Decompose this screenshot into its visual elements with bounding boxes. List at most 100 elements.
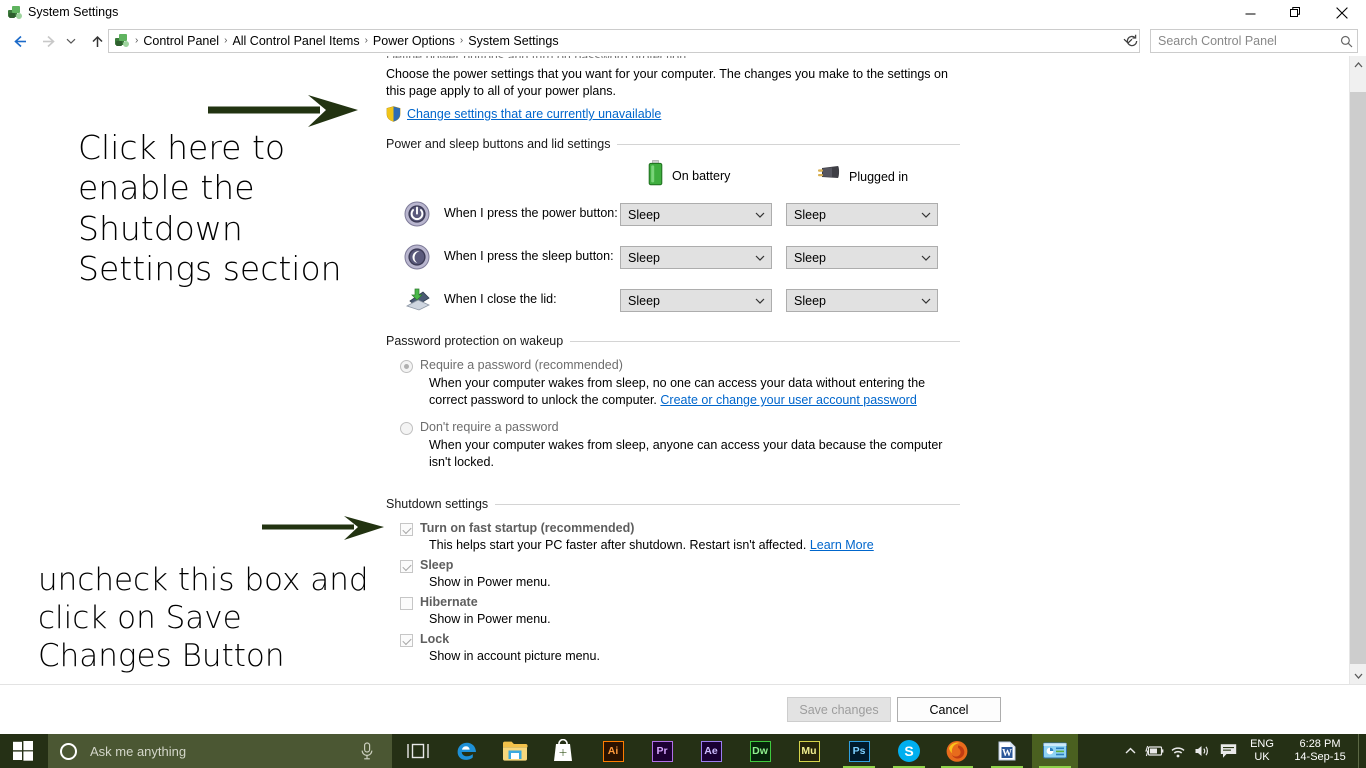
clock-date: 14-Sep-15 <box>1294 751 1346 763</box>
setting-row-close-lid-label: When I close the lid: <box>444 292 557 306</box>
chevron-down-icon[interactable] <box>749 211 771 219</box>
minimize-button[interactable] <box>1227 0 1273 26</box>
taskbar-app-word[interactable]: W <box>984 734 1030 768</box>
wifi-icon[interactable] <box>1166 734 1190 768</box>
show-hidden-icons-button[interactable] <box>1118 734 1142 768</box>
checkbox-lock-label: Lock <box>420 632 450 646</box>
checkbox-sleep-label: Sleep <box>420 558 454 572</box>
chevron-down-icon[interactable] <box>915 211 937 219</box>
checkbox-sleep-description: Show in Power menu. <box>429 575 551 589</box>
taskbar-app-edge[interactable] <box>444 734 490 768</box>
search-control-panel-box[interactable]: Search Control Panel <box>1150 29 1358 53</box>
premiere-icon: Pr <box>651 740 673 762</box>
learn-more-link[interactable]: Learn More <box>810 538 874 552</box>
radio-no-password-input[interactable] <box>400 422 413 435</box>
taskbar-app-store[interactable] <box>540 734 586 768</box>
checkbox-lock-input[interactable] <box>400 634 413 647</box>
power-button-icon <box>404 201 430 227</box>
chevron-down-icon[interactable] <box>749 254 771 262</box>
address-bar: › Control Panel › All Control Panel Item… <box>0 26 1366 56</box>
checkbox-hibernate-input[interactable] <box>400 597 413 610</box>
show-desktop-button[interactable] <box>1358 734 1366 768</box>
checkbox-fast-startup-label: Turn on fast startup (recommended) <box>420 521 635 535</box>
power-button-on-battery-select[interactable]: Sleep <box>620 203 772 226</box>
close-lid-plugged-in-select[interactable]: Sleep <box>786 289 938 312</box>
taskbar-app-illustrator[interactable]: Ai <box>590 734 636 768</box>
breadcrumb-item-system-settings[interactable]: System Settings <box>464 32 562 50</box>
breadcrumb-bar[interactable]: › Control Panel › All Control Panel Item… <box>108 29 1140 53</box>
cancel-button[interactable]: Cancel <box>897 697 1001 722</box>
scrollbar-thumb[interactable] <box>1350 92 1366 664</box>
annotation-arrow-1 <box>208 95 358 132</box>
radio-require-password-description: When your computer wakes from sleep, no … <box>429 375 959 409</box>
radio-require-password-input[interactable] <box>400 360 413 373</box>
breadcrumb-item-control-panel[interactable]: Control Panel <box>139 32 223 50</box>
taskbar-app-firefox[interactable] <box>934 734 980 768</box>
action-center-icon[interactable] <box>1214 734 1242 768</box>
cortana-circle-icon <box>60 742 77 760</box>
search-icon[interactable] <box>1335 35 1357 48</box>
close-lid-plugged-in-value: Sleep <box>794 293 826 308</box>
photoshop-icon: Ps <box>848 740 870 762</box>
taskbar-app-premiere[interactable]: Pr <box>639 734 685 768</box>
chevron-down-icon[interactable] <box>915 297 937 305</box>
sleep-button-plugged-in-select[interactable]: Sleep <box>786 246 938 269</box>
chevron-down-icon[interactable] <box>915 254 937 262</box>
svg-text:S: S <box>904 743 913 759</box>
taskbar-app-skype[interactable]: S <box>886 734 932 768</box>
scroll-down-icon[interactable] <box>1350 667 1366 684</box>
sleep-button-on-battery-select[interactable]: Sleep <box>620 246 772 269</box>
laptop-lid-icon <box>404 287 430 313</box>
taskbar-app-control-panel[interactable] <box>1032 734 1078 768</box>
window-title: System Settings <box>28 5 119 19</box>
power-button-plugged-in-select[interactable]: Sleep <box>786 203 938 226</box>
up-button[interactable] <box>85 29 109 53</box>
cortana-search-input[interactable]: Ask me anything <box>90 744 360 759</box>
close-lid-on-battery-value: Sleep <box>628 293 660 308</box>
battery-icon[interactable] <box>1142 734 1166 768</box>
checkbox-hibernate-label: Hibernate <box>420 595 478 609</box>
checkbox-fast-startup-input[interactable] <box>400 523 413 536</box>
volume-icon[interactable] <box>1190 734 1214 768</box>
save-changes-button[interactable]: Save changes <box>787 697 891 722</box>
refresh-button[interactable] <box>1120 29 1144 53</box>
taskbar-app-photoshop[interactable]: Ps <box>836 734 882 768</box>
maximize-button[interactable] <box>1273 0 1319 26</box>
shutdown-group-header: Shutdown settings <box>386 496 960 512</box>
clock[interactable]: 6:28 PM 14-Sep-15 <box>1282 734 1358 768</box>
create-change-password-link[interactable]: Create or change your user account passw… <box>660 393 916 407</box>
back-button[interactable] <box>8 29 32 53</box>
forward-button[interactable] <box>36 29 60 53</box>
scroll-up-icon[interactable] <box>1350 56 1366 73</box>
vertical-scrollbar[interactable] <box>1349 56 1366 684</box>
checkbox-fast-startup-description: This helps start your PC faster after sh… <box>429 538 874 552</box>
checkbox-lock-description: Show in account picture menu. <box>429 649 600 663</box>
taskbar-app-after-effects[interactable]: Ae <box>688 734 734 768</box>
breadcrumb-item-all-control-panel-items[interactable]: All Control Panel Items <box>228 32 363 50</box>
microphone-icon[interactable] <box>360 742 374 760</box>
svg-text:W: W <box>1002 748 1012 759</box>
taskbar-app-muse[interactable]: Mu <box>786 734 832 768</box>
illustrator-icon: Ai <box>602 740 624 762</box>
cortana-search-box[interactable]: Ask me anything <box>48 734 392 768</box>
checkbox-hibernate-description: Show in Power menu. <box>429 612 551 626</box>
change-unavailable-settings-label[interactable]: Change settings that are currently unava… <box>407 107 661 121</box>
task-view-button[interactable] <box>398 734 438 768</box>
system-tray: ENG UK 6:28 PM 14-Sep-15 <box>1118 734 1366 768</box>
checkbox-sleep-input[interactable] <box>400 560 413 573</box>
breadcrumb-item-power-options[interactable]: Power Options <box>369 32 459 50</box>
change-unavailable-settings-link[interactable]: Change settings that are currently unava… <box>386 104 946 124</box>
language-indicator[interactable]: ENG UK <box>1242 734 1282 768</box>
close-button[interactable] <box>1319 0 1365 26</box>
recent-locations-button[interactable] <box>62 29 80 53</box>
taskbar: Ask me anything Ai Pr Ae Dw Mu Ps S W EN… <box>0 734 1366 768</box>
column-header-plugged-in-label: Plugged in <box>849 169 909 184</box>
search-input[interactable]: Search Control Panel <box>1151 34 1335 48</box>
taskbar-app-dreamweaver[interactable]: Dw <box>737 734 783 768</box>
start-button[interactable] <box>0 734 46 768</box>
clock-time: 6:28 PM <box>1299 738 1341 750</box>
breadcrumb-control-panel-icon <box>113 32 131 50</box>
taskbar-app-file-explorer[interactable] <box>492 734 538 768</box>
chevron-down-icon[interactable] <box>749 297 771 305</box>
close-lid-on-battery-select[interactable]: Sleep <box>620 289 772 312</box>
